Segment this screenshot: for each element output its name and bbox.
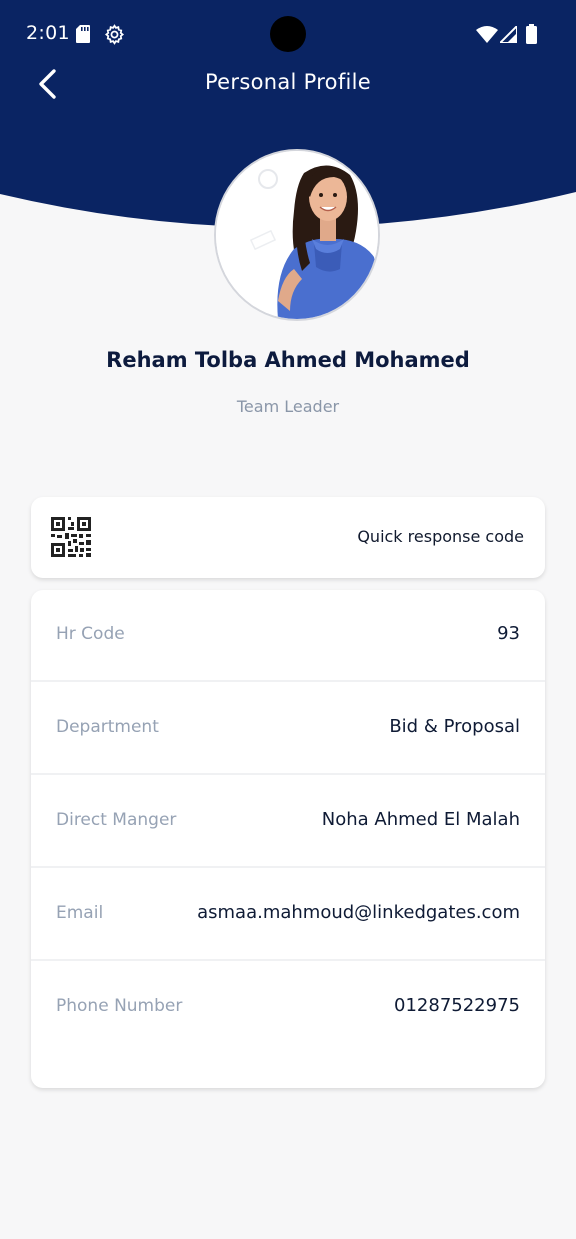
info-row-email: Email asmaa.mahmoud@linkedgates.com [31, 869, 545, 961]
avatar-photo [216, 151, 378, 319]
user-role: Team Leader [236, 397, 340, 416]
info-row-department: Department Bid & Proposal [31, 683, 545, 775]
avatar [214, 149, 380, 321]
wifi-icon [476, 26, 498, 47]
status-time: 2:01 [26, 22, 70, 44]
status-bar: 2:01 [0, 0, 576, 70]
direct-manager-label: Direct Manger [56, 810, 177, 830]
profile-info-card: Hr Code 93 Department Bid & Proposal Dir… [31, 590, 545, 1088]
email-label: Email [56, 903, 104, 923]
qr-code-icon [51, 517, 91, 561]
phone-label: Phone Number [56, 996, 183, 1016]
qr-code-label: Quick response code [357, 527, 524, 546]
department-label: Department [56, 717, 159, 737]
signal-icon [497, 23, 518, 47]
front-camera [270, 16, 306, 52]
user-name: Reham Tolba Ahmed Mohamed [106, 348, 470, 372]
hr-code-value: 93 [497, 623, 520, 644]
gear-icon [104, 24, 125, 49]
sd-card-icon [76, 25, 90, 47]
info-row-hr-code: Hr Code 93 [31, 590, 545, 682]
info-row-phone: Phone Number 01287522975 [31, 962, 545, 1054]
battery-icon [526, 24, 537, 48]
direct-manager-value: Noha Ahmed El Malah [321, 809, 520, 830]
info-row-direct-manager: Direct Manger Noha Ahmed El Malah [31, 776, 545, 868]
qr-code-card[interactable]: Quick response code [31, 497, 545, 578]
email-value[interactable]: asmaa.mahmoud@linkedgates.com [197, 902, 520, 923]
phone-value[interactable]: 01287522975 [394, 995, 520, 1016]
hr-code-label: Hr Code [56, 624, 125, 644]
page-title: Personal Profile [204, 70, 372, 94]
department-value: Bid & Proposal [389, 716, 520, 737]
